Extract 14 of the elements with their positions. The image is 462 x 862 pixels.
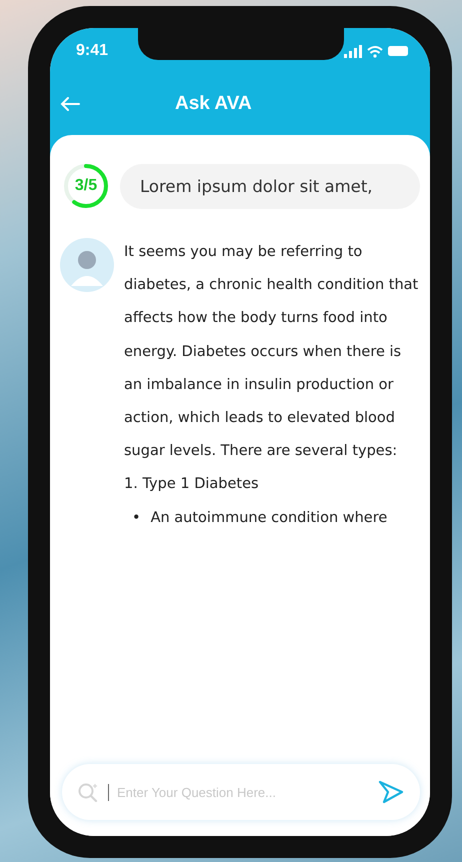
list-item: An autoimmune condition where <box>150 508 388 528</box>
status-time: 9:41 <box>76 42 108 60</box>
question-bubble: Lorem ipsum dolor sit amet, <box>120 164 420 208</box>
answer-paragraph: It seems you may be referring to diabetes, a chronic health condition that affects how the body turns food into energy. Diabetes occurs when there is an imbalance in insulin production or action, which leads to elevated blood sugar levels. There are several types: <box>124 243 420 462</box>
send-icon[interactable] <box>378 780 404 804</box>
bullet: • <box>132 508 141 528</box>
back-arrow-icon[interactable] <box>60 96 80 112</box>
wifi-icon <box>367 44 383 58</box>
screen-title: Ask AVA <box>175 93 252 115</box>
list-item: 1. Type 1 Diabetes <box>124 475 260 494</box>
search-icon <box>78 782 100 802</box>
battery-icon <box>388 46 408 56</box>
avatar-icon <box>60 238 114 292</box>
signal-icon <box>344 44 362 58</box>
